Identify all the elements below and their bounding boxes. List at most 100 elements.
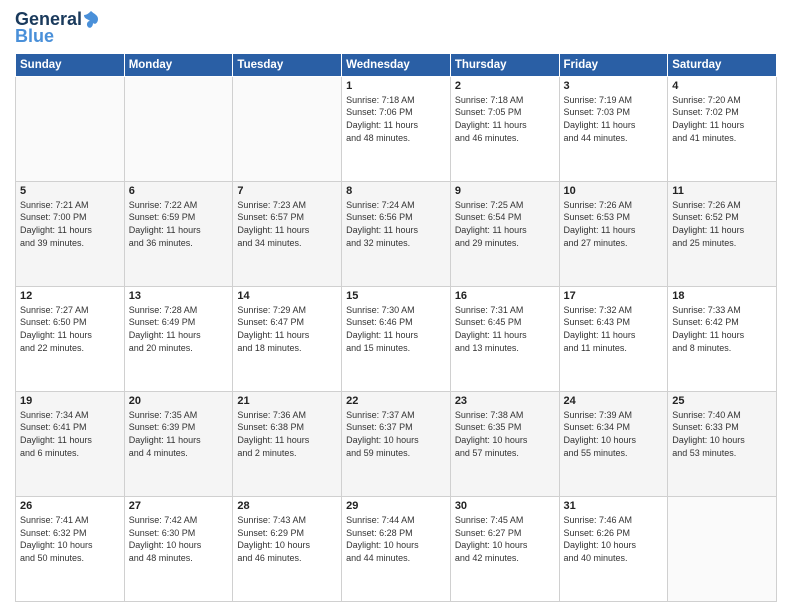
day-number: 19 — [20, 395, 120, 407]
day-info: Sunrise: 7:32 AM Sunset: 6:43 PM Dayligh… — [564, 304, 664, 354]
day-number: 6 — [129, 185, 229, 197]
logo: General Blue — [15, 10, 98, 47]
weekday-header: Thursday — [450, 53, 559, 76]
weekday-header: Saturday — [668, 53, 777, 76]
calendar-cell: 9 Sunrise: 7:25 AM Sunset: 6:54 PM Daylig… — [450, 181, 559, 286]
day-number: 17 — [564, 290, 664, 302]
day-info: Sunrise: 7:21 AM Sunset: 7:00 PM Dayligh… — [20, 199, 120, 249]
day-number: 11 — [672, 185, 772, 197]
calendar-cell: 13 Sunrise: 7:28 AM Sunset: 6:49 PM Dayli… — [124, 286, 233, 391]
calendar-cell: 29Sunrise: 7:44 AM Sunset: 6:28 PM Dayli… — [342, 496, 451, 601]
day-info: Sunrise: 7:19 AM Sunset: 7:03 PM Dayligh… — [564, 94, 664, 144]
day-number: 3 — [564, 80, 664, 92]
calendar-cell: 21 Sunrise: 7:36 AM Sunset: 6:38 PM Dayli… — [233, 391, 342, 496]
calendar-cell: 19 Sunrise: 7:34 AM Sunset: 6:41 PM Dayli… — [16, 391, 125, 496]
day-info: Sunrise: 7:46 AM Sunset: 6:26 PM Dayligh… — [564, 514, 664, 564]
calendar-cell: 22 Sunrise: 7:37 AM Sunset: 6:37 PM Dayli… — [342, 391, 451, 496]
day-info: Sunrise: 7:27 AM Sunset: 6:50 PM Dayligh… — [20, 304, 120, 354]
calendar-cell: 8 Sunrise: 7:24 AM Sunset: 6:56 PM Daylig… — [342, 181, 451, 286]
day-info: Sunrise: 7:33 AM Sunset: 6:42 PM Dayligh… — [672, 304, 772, 354]
day-number: 28 — [237, 500, 337, 512]
calendar-cell — [233, 76, 342, 181]
day-info: Sunrise: 7:18 AM Sunset: 7:06 PM Dayligh… — [346, 94, 446, 144]
calendar-cell: 16 Sunrise: 7:31 AM Sunset: 6:45 PM Dayli… — [450, 286, 559, 391]
day-number: 30 — [455, 500, 555, 512]
day-info: Sunrise: 7:43 AM Sunset: 6:29 PM Dayligh… — [237, 514, 337, 564]
day-info: Sunrise: 7:35 AM Sunset: 6:39 PM Dayligh… — [129, 409, 229, 459]
day-number: 27 — [129, 500, 229, 512]
day-info: Sunrise: 7:26 AM Sunset: 6:53 PM Dayligh… — [564, 199, 664, 249]
day-number: 8 — [346, 185, 446, 197]
day-number: 5 — [20, 185, 120, 197]
day-number: 23 — [455, 395, 555, 407]
day-info: Sunrise: 7:36 AM Sunset: 6:38 PM Dayligh… — [237, 409, 337, 459]
calendar-cell — [124, 76, 233, 181]
calendar-cell: 15 Sunrise: 7:30 AM Sunset: 6:46 PM Dayli… — [342, 286, 451, 391]
calendar-cell: 12 Sunrise: 7:27 AM Sunset: 6:50 PM Dayli… — [16, 286, 125, 391]
day-info: Sunrise: 7:39 AM Sunset: 6:34 PM Dayligh… — [564, 409, 664, 459]
logo-bird-icon — [84, 11, 98, 29]
calendar-cell: 6 Sunrise: 7:22 AM Sunset: 6:59 PM Daylig… — [124, 181, 233, 286]
day-number: 20 — [129, 395, 229, 407]
weekday-header: Tuesday — [233, 53, 342, 76]
weekday-header: Monday — [124, 53, 233, 76]
calendar-cell: 3 Sunrise: 7:19 AM Sunset: 7:03 PM Daylig… — [559, 76, 668, 181]
calendar-cell — [16, 76, 125, 181]
calendar-cell: 31Sunrise: 7:46 AM Sunset: 6:26 PM Dayli… — [559, 496, 668, 601]
day-info: Sunrise: 7:29 AM Sunset: 6:47 PM Dayligh… — [237, 304, 337, 354]
day-number: 16 — [455, 290, 555, 302]
day-info: Sunrise: 7:41 AM Sunset: 6:32 PM Dayligh… — [20, 514, 120, 564]
day-number: 7 — [237, 185, 337, 197]
calendar-cell: 18 Sunrise: 7:33 AM Sunset: 6:42 PM Dayli… — [668, 286, 777, 391]
header: General Blue — [15, 10, 777, 47]
calendar-cell: 2 Sunrise: 7:18 AM Sunset: 7:05 PM Daylig… — [450, 76, 559, 181]
day-number: 21 — [237, 395, 337, 407]
day-number: 4 — [672, 80, 772, 92]
day-info: Sunrise: 7:30 AM Sunset: 6:46 PM Dayligh… — [346, 304, 446, 354]
day-number: 24 — [564, 395, 664, 407]
day-info: Sunrise: 7:20 AM Sunset: 7:02 PM Dayligh… — [672, 94, 772, 144]
day-info: Sunrise: 7:25 AM Sunset: 6:54 PM Dayligh… — [455, 199, 555, 249]
day-info: Sunrise: 7:24 AM Sunset: 6:56 PM Dayligh… — [346, 199, 446, 249]
calendar-cell: 14 Sunrise: 7:29 AM Sunset: 6:47 PM Dayli… — [233, 286, 342, 391]
calendar-week-row: 5 Sunrise: 7:21 AM Sunset: 7:00 PM Daylig… — [16, 181, 777, 286]
day-info: Sunrise: 7:18 AM Sunset: 7:05 PM Dayligh… — [455, 94, 555, 144]
day-number: 1 — [346, 80, 446, 92]
day-info: Sunrise: 7:34 AM Sunset: 6:41 PM Dayligh… — [20, 409, 120, 459]
day-number: 25 — [672, 395, 772, 407]
day-number: 2 — [455, 80, 555, 92]
day-number: 15 — [346, 290, 446, 302]
calendar-cell: 24 Sunrise: 7:39 AM Sunset: 6:34 PM Dayli… — [559, 391, 668, 496]
day-number: 14 — [237, 290, 337, 302]
calendar-cell: 5 Sunrise: 7:21 AM Sunset: 7:00 PM Daylig… — [16, 181, 125, 286]
weekday-header: Wednesday — [342, 53, 451, 76]
day-info: Sunrise: 7:44 AM Sunset: 6:28 PM Dayligh… — [346, 514, 446, 564]
day-number: 22 — [346, 395, 446, 407]
day-info: Sunrise: 7:38 AM Sunset: 6:35 PM Dayligh… — [455, 409, 555, 459]
weekday-header: Sunday — [16, 53, 125, 76]
day-info: Sunrise: 7:42 AM Sunset: 6:30 PM Dayligh… — [129, 514, 229, 564]
calendar-cell: 4 Sunrise: 7:20 AM Sunset: 7:02 PM Daylig… — [668, 76, 777, 181]
calendar-cell: 25 Sunrise: 7:40 AM Sunset: 6:33 PM Dayli… — [668, 391, 777, 496]
calendar-cell: 27 Sunrise: 7:42 AM Sunset: 6:30 PM Dayli… — [124, 496, 233, 601]
calendar-cell: 17 Sunrise: 7:32 AM Sunset: 6:43 PM Dayli… — [559, 286, 668, 391]
day-info: Sunrise: 7:37 AM Sunset: 6:37 PM Dayligh… — [346, 409, 446, 459]
calendar-cell: 30Sunrise: 7:45 AM Sunset: 6:27 PM Dayli… — [450, 496, 559, 601]
day-number: 18 — [672, 290, 772, 302]
day-number: 13 — [129, 290, 229, 302]
day-number: 9 — [455, 185, 555, 197]
day-info: Sunrise: 7:23 AM Sunset: 6:57 PM Dayligh… — [237, 199, 337, 249]
day-number: 10 — [564, 185, 664, 197]
calendar-page: General Blue SundayMondayTuesdayWednesda… — [0, 0, 792, 612]
calendar-cell: 20 Sunrise: 7:35 AM Sunset: 6:39 PM Dayli… — [124, 391, 233, 496]
calendar-week-row: 26Sunrise: 7:41 AM Sunset: 6:32 PM Dayli… — [16, 496, 777, 601]
day-number: 12 — [20, 290, 120, 302]
day-info: Sunrise: 7:40 AM Sunset: 6:33 PM Dayligh… — [672, 409, 772, 459]
calendar-cell: 10 Sunrise: 7:26 AM Sunset: 6:53 PM Dayli… — [559, 181, 668, 286]
day-info: Sunrise: 7:22 AM Sunset: 6:59 PM Dayligh… — [129, 199, 229, 249]
calendar-cell: 7 Sunrise: 7:23 AM Sunset: 6:57 PM Daylig… — [233, 181, 342, 286]
day-info: Sunrise: 7:31 AM Sunset: 6:45 PM Dayligh… — [455, 304, 555, 354]
calendar-cell: 28 Sunrise: 7:43 AM Sunset: 6:29 PM Dayli… — [233, 496, 342, 601]
calendar-cell: 23 Sunrise: 7:38 AM Sunset: 6:35 PM Dayli… — [450, 391, 559, 496]
day-info: Sunrise: 7:28 AM Sunset: 6:49 PM Dayligh… — [129, 304, 229, 354]
